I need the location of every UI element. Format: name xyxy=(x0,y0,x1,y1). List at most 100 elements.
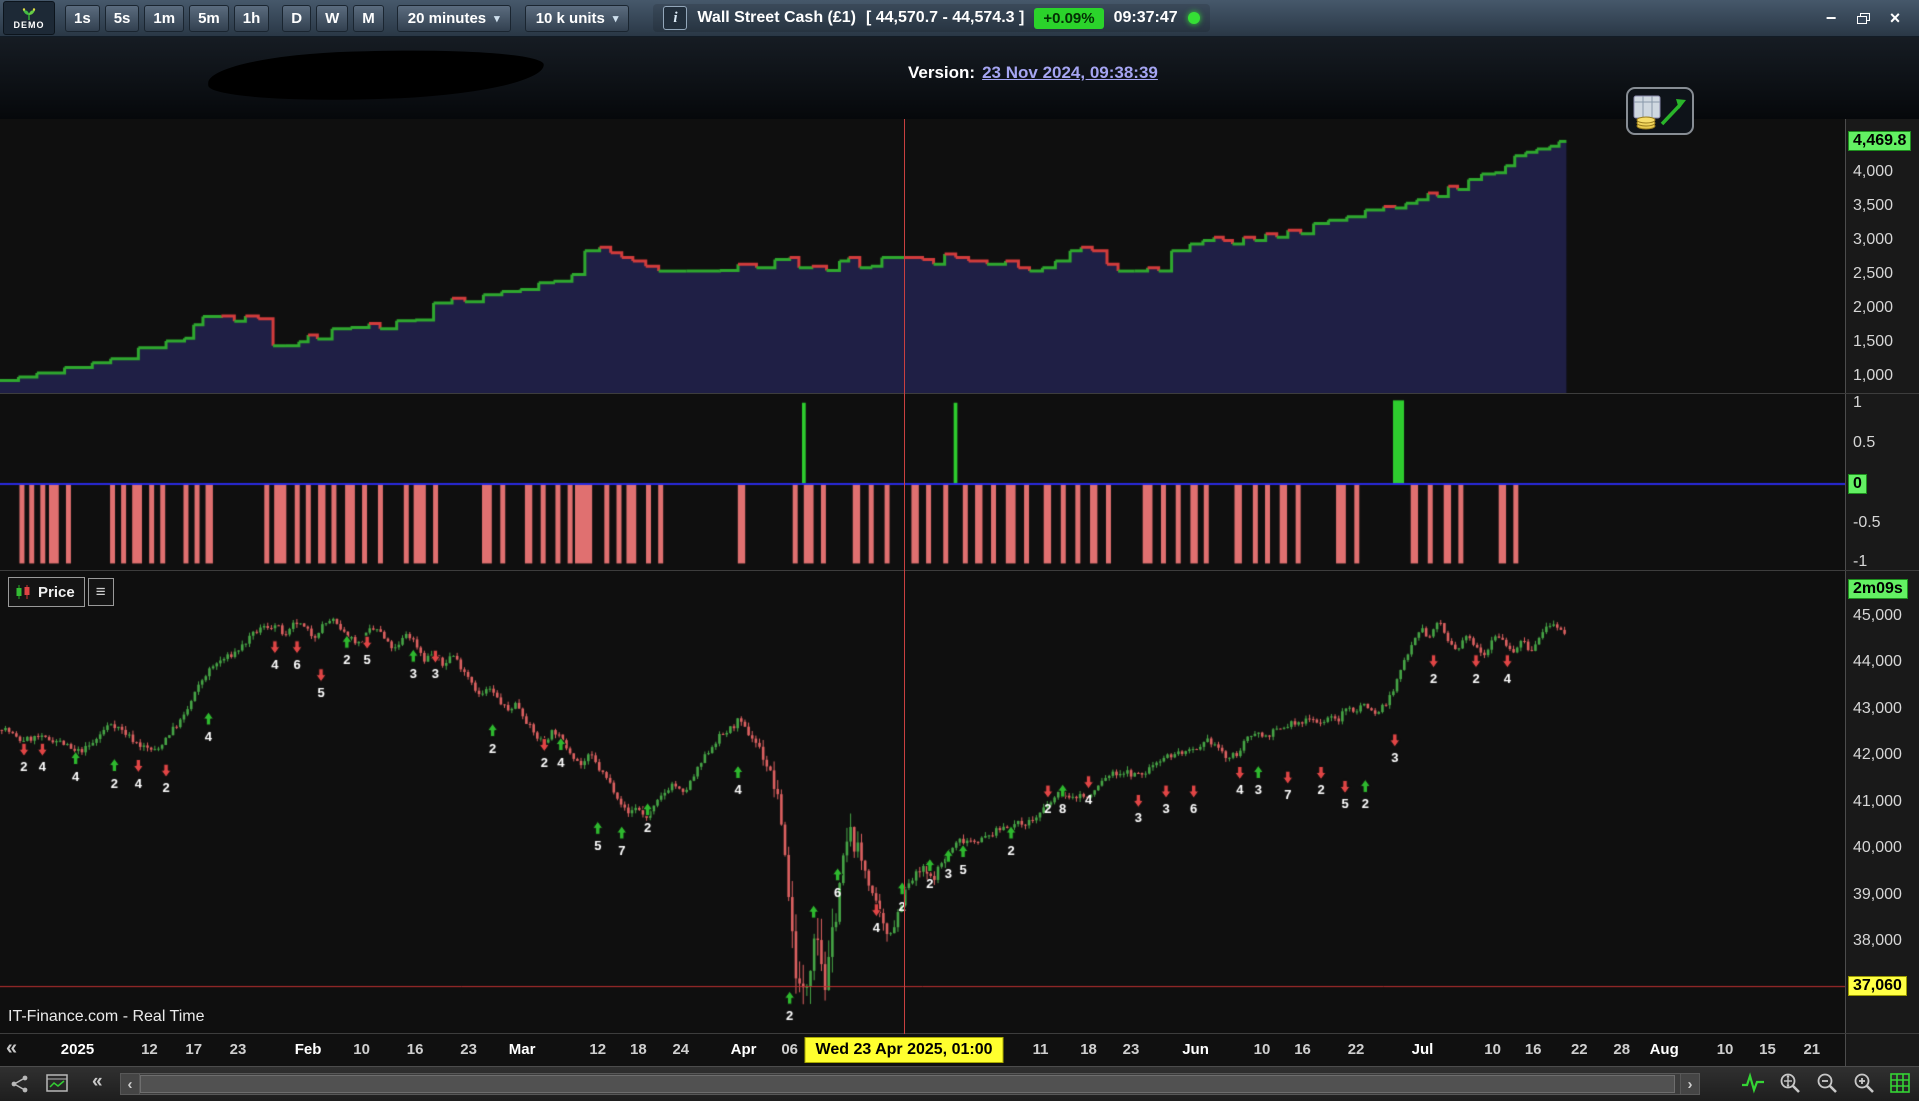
x-axis-label: Aug xyxy=(1649,1041,1679,1058)
indicator-list-button[interactable]: ≡ xyxy=(87,578,114,606)
interval-dropdown[interactable]: 20 minutes ▾ xyxy=(396,4,511,32)
x-axis-label: Jul xyxy=(1411,1041,1434,1058)
panel-divider xyxy=(0,570,1919,571)
x-axis-label: 18 xyxy=(630,1041,647,1058)
y-axis-label: 44,000 xyxy=(1853,653,1902,670)
period-day-button[interactable]: D xyxy=(282,4,312,32)
timeframe-1m-button[interactable]: 1m xyxy=(144,4,185,32)
timeframe-5s-button[interactable]: 5s xyxy=(104,4,140,32)
x-axis-label: 23 xyxy=(460,1041,477,1058)
collapse-left-icon[interactable]: « xyxy=(6,1037,17,1060)
y-axis-label: -1 xyxy=(1853,553,1868,570)
version-label: Version: xyxy=(908,63,976,82)
zoom-in-icon xyxy=(1854,1073,1874,1093)
equity-current-value-label: 4,469.8 xyxy=(1848,131,1912,151)
y-axis-label: 0.5 xyxy=(1853,434,1876,451)
zoom-out-button[interactable] xyxy=(1815,1071,1839,1095)
y-axis-label: 1 xyxy=(1853,394,1862,411)
scroll-left-arrow[interactable]: ‹ xyxy=(121,1074,140,1094)
price-candlestick-chart[interactable] xyxy=(0,571,1845,1034)
y-axis-label: 45,000 xyxy=(1853,607,1902,624)
x-axis-label: 10 xyxy=(1484,1041,1501,1058)
period-button-group: D W M xyxy=(282,4,389,32)
instrument-title: Wall Street Cash (£1) xyxy=(697,9,856,26)
crosshair-vertical-line xyxy=(904,119,905,1034)
y-axis-label: 4,000 xyxy=(1853,163,1894,180)
collapse-scrollbar-icon[interactable]: « xyxy=(92,1071,103,1093)
x-axis-label: 16 xyxy=(1294,1041,1311,1058)
period-week-button[interactable]: W xyxy=(316,4,349,32)
zoom-select-icon xyxy=(1780,1073,1800,1093)
interval-dropdown-value: 20 minutes xyxy=(407,9,487,27)
demo-account-badge[interactable]: DEMO xyxy=(3,1,55,35)
version-row: Version: 23 Nov 2024, 09:38:39 xyxy=(908,63,1158,83)
x-axis-label: Feb xyxy=(294,1041,322,1058)
plant-icon xyxy=(22,7,36,20)
timeframe-5m-button[interactable]: 5m xyxy=(189,4,229,32)
new-chart-window-button[interactable] xyxy=(46,1074,68,1092)
x-axis-label: 11 xyxy=(1032,1041,1049,1058)
change-badge: +0.09% xyxy=(1034,7,1104,29)
price-legend-button[interactable]: Price xyxy=(8,577,85,607)
top-toolbar: DEMO 1s 5s 1m 5m 1h D W M 20 minutes ▾ 1… xyxy=(0,0,1919,37)
y-axis-label: 38,000 xyxy=(1853,932,1902,949)
scroll-right-arrow[interactable]: › xyxy=(1680,1074,1699,1094)
timeframe-1s-button[interactable]: 1s xyxy=(65,4,100,32)
version-link[interactable]: 23 Nov 2024, 09:38:39 xyxy=(982,63,1158,83)
zoom-select-button[interactable] xyxy=(1778,1071,1802,1095)
candlestick-icon xyxy=(16,585,30,599)
zoom-in-button[interactable] xyxy=(1852,1071,1876,1095)
x-axis-label: Apr xyxy=(730,1041,757,1058)
trading-platform-window: DEMO 1s 5s 1m 5m 1h D W M 20 minutes ▾ 1… xyxy=(0,0,1919,1101)
x-axis-label: 17 xyxy=(185,1041,203,1058)
pulse-icon xyxy=(1742,1072,1764,1094)
instrument-header: i Wall Street Cash (£1) [ 44,570.7 - 44,… xyxy=(653,4,1210,32)
units-dropdown-value: 10 k units xyxy=(535,9,605,27)
crosshair-price-label: 37,060 xyxy=(1848,976,1907,996)
signal-histogram-chart[interactable] xyxy=(0,394,1845,571)
x-axis-label: 28 xyxy=(1613,1041,1631,1058)
x-axis[interactable]: « 2025 12 17 23 Feb 10 16 23 Mar 12 18 24 Apr 06 11 18 2… xyxy=(0,1034,1845,1066)
equity-curve-chart[interactable] xyxy=(0,119,1845,394)
bid-ask-spread: [ 44,570.7 - 44,574.3 ] xyxy=(865,9,1025,26)
share-button[interactable] xyxy=(10,1074,30,1094)
x-axis-label: 16 xyxy=(406,1041,424,1058)
x-axis-label: 10 xyxy=(1716,1041,1734,1058)
grid-icon xyxy=(1890,1073,1910,1093)
chart-window-icon xyxy=(46,1074,68,1092)
x-axis-label: 12 xyxy=(141,1041,158,1058)
timeframe-button-group: 1s 5s 1m 5m 1h xyxy=(65,4,274,32)
y-axis-column[interactable]: 4,000 3,500 3,000 2,500 2,000 1,500 1,000 4,469… xyxy=(1845,119,1919,1066)
x-axis-label: 24 xyxy=(672,1041,690,1058)
restore-button[interactable] xyxy=(1849,5,1877,31)
minimize-button[interactable]: − xyxy=(1817,5,1845,31)
scrollbar-thumb[interactable] xyxy=(140,1075,1675,1093)
zoom-out-icon xyxy=(1817,1073,1837,1093)
window-controls: − × xyxy=(1817,5,1919,31)
workspace-header: Version: 23 Nov 2024, 09:38:39 xyxy=(0,37,1919,135)
zoom-controls xyxy=(1741,1071,1911,1095)
close-button[interactable]: × xyxy=(1881,5,1909,31)
y-axis-label: 2,500 xyxy=(1853,265,1894,282)
realtime-pulse-button[interactable] xyxy=(1741,1072,1765,1094)
x-axis-label: 06 xyxy=(781,1041,798,1058)
y-axis-label: 3,500 xyxy=(1853,197,1894,214)
y-axis-label: 43,000 xyxy=(1853,700,1902,717)
period-month-button[interactable]: M xyxy=(353,4,384,32)
share-icon xyxy=(11,1075,28,1093)
grid-settings-button[interactable] xyxy=(1889,1072,1911,1094)
x-axis-label: 2025 xyxy=(60,1041,95,1058)
info-icon[interactable]: i xyxy=(663,6,688,30)
x-axis-label: Mar xyxy=(508,1041,536,1058)
y-axis-label: 42,000 xyxy=(1853,746,1902,763)
horizontal-scrollbar[interactable]: ‹ › xyxy=(120,1073,1700,1095)
y-axis-label: -0.5 xyxy=(1853,514,1881,531)
timeframe-1h-button[interactable]: 1h xyxy=(233,4,270,32)
x-axis-label: Jun xyxy=(1182,1041,1209,1058)
y-axis-label: 1,000 xyxy=(1853,367,1894,384)
y-axis-label: 39,000 xyxy=(1853,886,1902,903)
candle-countdown-label: 2m09s xyxy=(1848,579,1908,599)
units-dropdown[interactable]: 10 k units ▾ xyxy=(524,4,630,32)
x-axis-label: 18 xyxy=(1080,1041,1097,1058)
x-axis-label: 22 xyxy=(1570,1041,1588,1058)
